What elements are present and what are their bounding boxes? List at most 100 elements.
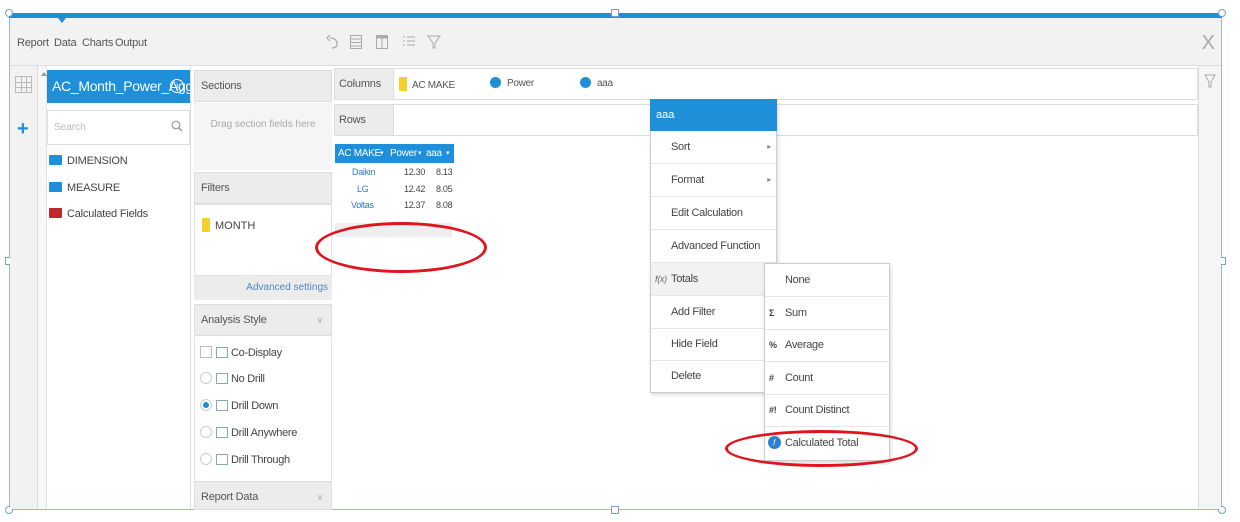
submenu-item-sum[interactable]: Σ Sum: [765, 297, 889, 330]
tree-label: Calculated Fields: [67, 208, 148, 220]
option-co-display[interactable]: Co-Display: [200, 346, 282, 362]
folder-icon: [49, 208, 62, 218]
header-power[interactable]: Power: [390, 144, 417, 163]
search-placeholder: Search: [54, 122, 86, 133]
option-label: Co-Display: [231, 347, 282, 359]
chip-label: aaa: [597, 78, 613, 89]
resize-handle-bottom[interactable]: [611, 506, 619, 514]
columns-drop-zone[interactable]: [334, 68, 1198, 100]
option-drill-anywhere[interactable]: Drill Anywhere: [200, 426, 297, 442]
search-icon[interactable]: [171, 120, 183, 135]
filters-drop-zone[interactable]: MONTH: [194, 204, 332, 276]
menu-label: Format: [671, 174, 705, 186]
rows-label: Rows: [334, 104, 394, 136]
report-data-header[interactable]: Report Data ∨: [194, 481, 332, 510]
no-drill-icon: [216, 373, 228, 384]
collapse-strip[interactable]: [38, 66, 47, 509]
submenu-label: None: [785, 274, 811, 286]
resize-handle-tl[interactable]: [5, 9, 13, 17]
option-label: Drill Down: [231, 400, 279, 412]
table-alt-icon[interactable]: [373, 34, 391, 54]
option-label: No Drill: [231, 373, 265, 385]
menu-item-sort[interactable]: Sort ▸: [651, 131, 776, 164]
drill-down-icon: [216, 400, 228, 411]
submenu-item-count[interactable]: # Count: [765, 362, 889, 395]
chip-label: Power: [507, 78, 534, 89]
option-drill-down[interactable]: Drill Down: [200, 399, 278, 415]
close-icon[interactable]: X: [1202, 32, 1215, 55]
field-search-input[interactable]: Search: [47, 110, 190, 145]
cell-make[interactable]: Voltas: [351, 197, 374, 211]
grid-icon[interactable]: [15, 76, 32, 93]
dimension-marker: [399, 77, 407, 91]
cell-aaa: 8.05: [436, 184, 453, 194]
co-display-icon: [216, 347, 228, 358]
tree-folder-dimension[interactable]: DIMENSION: [49, 155, 128, 171]
checkbox[interactable]: [200, 346, 212, 358]
menu-item-totals[interactable]: f(x) Totals: [651, 263, 776, 296]
toolbar: Report Data Charts Output X: [10, 18, 1221, 66]
tab-report[interactable]: Report: [17, 37, 49, 49]
tab-output[interactable]: Output: [115, 37, 147, 49]
tab-charts[interactable]: Charts: [82, 37, 113, 49]
sort-caret-icon[interactable]: ▾: [380, 144, 384, 163]
menu-item-hide-field[interactable]: Hide Field: [651, 328, 776, 361]
filter-icon[interactable]: [425, 34, 443, 54]
add-icon[interactable]: +: [17, 118, 29, 141]
right-strip: [1198, 66, 1221, 509]
cell-power: 12.42: [404, 184, 426, 194]
sort-caret-icon[interactable]: ▾: [418, 144, 422, 163]
cell-make[interactable]: Daikin: [352, 164, 376, 180]
submenu-item-average[interactable]: % Average: [765, 329, 889, 362]
cell-aaa: 8.13: [436, 167, 453, 177]
header-aaa[interactable]: aaa: [426, 144, 442, 163]
sections-drop-zone[interactable]: Drag section fields here: [194, 103, 332, 170]
annotation-ellipse-table: [315, 222, 487, 273]
resize-handle-tr[interactable]: [1218, 9, 1226, 17]
tab-data[interactable]: Data: [54, 37, 77, 49]
table-icon[interactable]: [347, 34, 365, 54]
info-icon[interactable]: i: [170, 79, 184, 93]
undo-icon[interactable]: [324, 34, 342, 54]
menu-label: Advanced Function: [671, 240, 761, 252]
active-tab-caret: [58, 18, 66, 23]
list-icon[interactable]: [400, 34, 418, 54]
menu-item-format[interactable]: Format ▸: [651, 164, 776, 197]
analysis-style-header[interactable]: Analysis Style ∨: [194, 304, 332, 336]
resize-handle-top[interactable]: [611, 9, 619, 17]
header-ac-make[interactable]: AC MAKE: [338, 144, 381, 163]
percent-icon: %: [769, 340, 777, 350]
column-chip-power[interactable]: Power: [490, 77, 534, 89]
cell-make[interactable]: LG: [357, 181, 369, 197]
submenu-label: Count: [785, 372, 813, 384]
advanced-settings-link[interactable]: Advanced settings: [194, 276, 332, 300]
chevron-down-icon[interactable]: ∨: [317, 482, 324, 512]
chevron-down-icon[interactable]: ∨: [317, 305, 324, 335]
filter-icon[interactable]: [1204, 73, 1216, 92]
filter-chip-month[interactable]: MONTH: [202, 218, 255, 232]
submenu-item-none[interactable]: None: [765, 264, 889, 297]
sort-caret-icon[interactable]: ▾: [446, 144, 450, 163]
option-no-drill[interactable]: No Drill: [200, 372, 265, 388]
option-drill-through[interactable]: Drill Through: [200, 453, 290, 469]
report-data-label: Report Data: [201, 491, 259, 503]
menu-item-delete[interactable]: Delete: [651, 360, 776, 393]
menu-label: Delete: [671, 370, 701, 382]
tree-folder-calculated-fields[interactable]: Calculated Fields: [49, 208, 148, 224]
menu-item-add-filter[interactable]: Add Filter: [651, 296, 776, 329]
tree-folder-measure[interactable]: MEASURE: [49, 182, 120, 198]
advanced-settings-label: Advanced settings: [246, 282, 328, 293]
submenu-item-count-distinct[interactable]: #! Count Distinct: [765, 394, 889, 427]
radio-button-selected[interactable]: [200, 399, 212, 411]
radio-button[interactable]: [200, 372, 212, 384]
column-chip-ac-make[interactable]: AC MAKE: [399, 77, 455, 91]
radio-button[interactable]: [200, 426, 212, 438]
menu-item-advanced-function[interactable]: Advanced Function: [651, 230, 776, 263]
sigma-icon: Σ: [769, 308, 775, 318]
cell-power: 12.37: [404, 200, 426, 210]
menu-item-edit-calculation[interactable]: Edit Calculation: [651, 197, 776, 230]
datasource-title[interactable]: AC_Month_Power_Agg i: [47, 70, 193, 103]
radio-button[interactable]: [200, 453, 212, 465]
column-chip-aaa[interactable]: aaa: [580, 77, 613, 89]
submenu-label: Count Distinct: [785, 404, 850, 416]
